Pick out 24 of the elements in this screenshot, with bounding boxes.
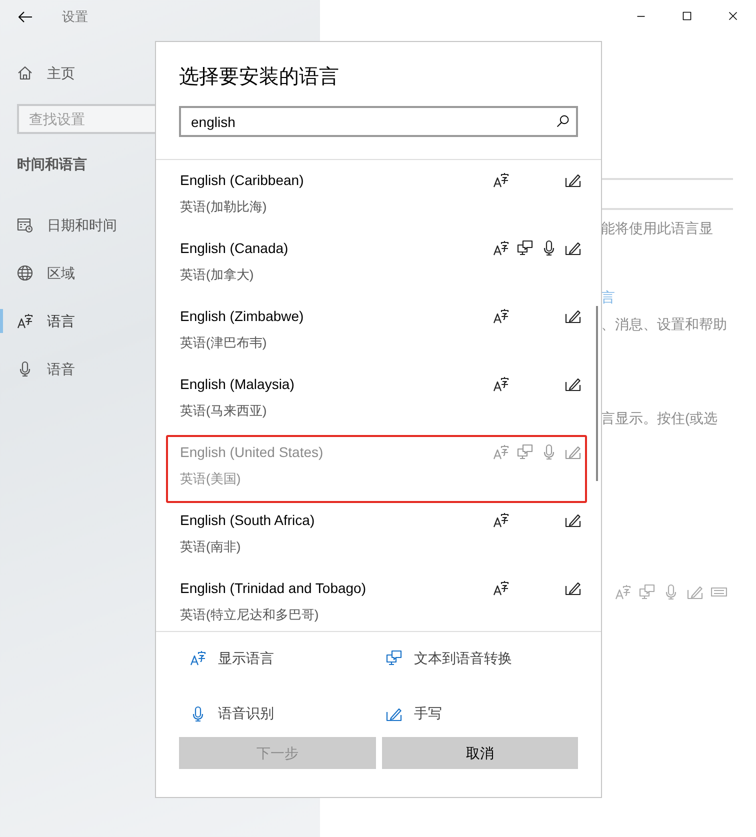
language-name: English (Canada)	[180, 239, 288, 258]
language-name: English (Zimbabwe)	[180, 307, 304, 326]
language-name: English (Caribbean)	[180, 171, 304, 190]
language-name: English (South Africa)	[180, 511, 315, 530]
language-native-name: 英语(加拿大)	[180, 266, 255, 284]
language-name: English (United States)	[180, 443, 324, 462]
language-name: English (Trinidad and Tobago)	[180, 579, 366, 598]
section-heading: 时间和语言	[17, 155, 88, 174]
legend-label: 语音识别	[218, 704, 274, 723]
language-native-name: 英语(马来西亚)	[180, 402, 268, 420]
language-native-name: 英语(美国)	[180, 470, 242, 488]
legend-label: 手写	[414, 704, 442, 723]
language-native-name: 英语(津巴布韦)	[180, 334, 268, 352]
description-text: 能将使用此语言显	[601, 219, 714, 238]
language-native-name: 英语(南非)	[180, 538, 242, 556]
language-name: English (Malaysia)	[180, 375, 294, 394]
language-native-name: 英语(特立尼达和多巴哥)	[180, 606, 320, 624]
language-native-name: 英语(加勒比海)	[180, 198, 268, 216]
dialog-title: 选择要安装的语言	[178, 65, 340, 90]
window-title: 设置	[62, 8, 88, 26]
legend-label: 显示语言	[218, 648, 274, 668]
description-text: 言显示。按住(或选	[601, 409, 719, 428]
description-text: 、消息、设置和帮助	[601, 315, 728, 334]
legend-label: 文本到语音转换	[414, 648, 512, 668]
